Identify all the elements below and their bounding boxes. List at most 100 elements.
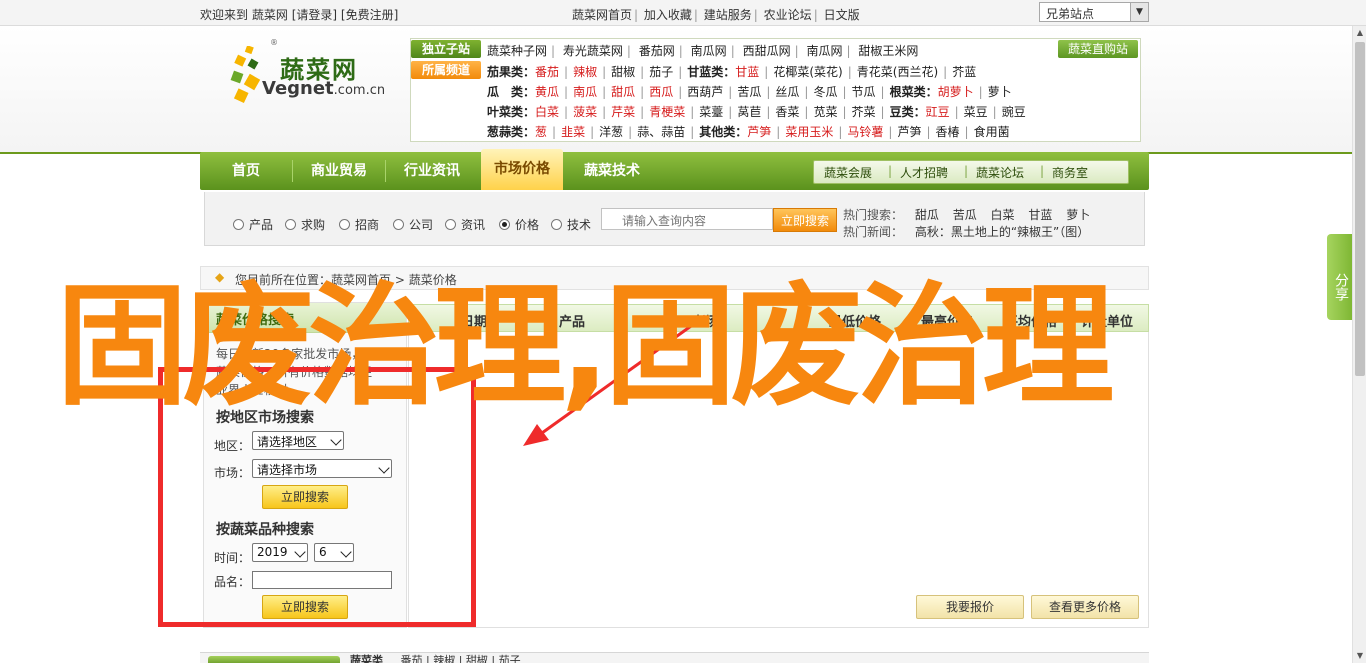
top-link-favorite[interactable]: 加入收藏 (644, 8, 692, 22)
category-link[interactable]: 芦笋 (897, 125, 921, 139)
category-link[interactable]: 辣椒 (573, 65, 597, 79)
category-link[interactable]: 韭菜 (561, 125, 585, 139)
category-link[interactable]: 青花菜(西兰花) (857, 65, 938, 79)
category-link[interactable]: 节瓜 (852, 85, 876, 99)
share-button[interactable]: 分享 (1327, 234, 1352, 320)
category-link[interactable]: 花椰菜(菜花) (773, 65, 842, 79)
nav-item-home[interactable]: 首页 (200, 152, 292, 190)
subsite-link[interactable]: 南瓜网 (806, 44, 842, 58)
hot-search-item[interactable]: 苦瓜 (953, 208, 977, 222)
search-type-radio[interactable]: 公司 (393, 216, 433, 233)
scroll-up-icon[interactable]: ▲ (1353, 26, 1366, 40)
site-logo[interactable]: ® 蔬菜网 Vegnet.com.cn (200, 30, 398, 150)
search-type-radio[interactable]: 招商 (339, 216, 379, 233)
category-link[interactable]: 萝卜 (988, 85, 1012, 99)
category-link[interactable]: 西瓜 (649, 85, 673, 99)
hot-news: 热门新闻： 高秋：黑土地上的“辣椒王”（图） (843, 223, 1089, 240)
top-link-japanese[interactable]: 日文版 (824, 8, 860, 22)
subnav-item-forum[interactable]: 蔬菜论坛 (976, 164, 1024, 181)
top-link-home[interactable]: 蔬菜网首页 (572, 8, 632, 22)
category-link[interactable]: 青梗菜 (649, 105, 685, 119)
dropdown-arrow-icon: ▼ (1130, 3, 1148, 21)
category-link[interactable]: 白菜 (535, 105, 559, 119)
category-link[interactable]: 洋葱 (599, 125, 623, 139)
subnav-item-business[interactable]: 商务室 (1052, 164, 1088, 181)
more-prices-button[interactable]: 查看更多价格 (1031, 595, 1139, 619)
category-link[interactable]: 茄子 (649, 65, 673, 79)
hot-search-item[interactable]: 白菜 (991, 208, 1015, 222)
search-type-radio[interactable]: 价格 (499, 216, 539, 233)
subsite-link[interactable]: 西甜瓜网 (743, 44, 791, 58)
nav-item-tech[interactable]: 蔬菜技术 (566, 152, 658, 190)
category-link[interactable]: 南瓜 (573, 85, 597, 99)
category-link[interactable]: 菜豆 (964, 105, 988, 119)
search-type-radio[interactable]: 技术 (551, 216, 591, 233)
search-type-label: 技术 (567, 218, 592, 232)
category-link[interactable]: 葱 (535, 125, 547, 139)
category-link[interactable]: 苦瓜 (737, 85, 761, 99)
bottom-item[interactable]: 番茄 (401, 654, 423, 663)
top-link-build[interactable]: 建站服务 (704, 8, 752, 22)
category-link[interactable]: 马铃薯 (847, 125, 883, 139)
hot-search-item[interactable]: 萝卜 (1066, 208, 1090, 222)
top-link-forum[interactable]: 农业论坛 (764, 8, 812, 22)
radio-circle-icon (339, 219, 350, 230)
category-link[interactable]: 甜椒 (611, 65, 635, 79)
category-link[interactable]: 苋菜 (813, 105, 837, 119)
category-link[interactable]: 西葫芦 (687, 85, 723, 99)
hot-search-item[interactable]: 甜瓜 (915, 208, 939, 222)
search-input[interactable] (601, 208, 773, 230)
sister-sites-select[interactable]: 兄弟站点 ▼ (1039, 2, 1149, 22)
category-link[interactable]: 甜瓜 (611, 85, 635, 99)
subnav-item-jobs[interactable]: 人才招聘 (900, 164, 948, 181)
category-link[interactable]: 食用菌 (974, 125, 1010, 139)
category-separator: | (766, 85, 771, 99)
category-link[interactable]: 芦笋 (747, 125, 771, 139)
search-type-radio[interactable]: 求购 (285, 216, 325, 233)
category-link[interactable]: 蒜、蒜苗 (637, 125, 685, 139)
vertical-scrollbar[interactable]: ▲ ▼ (1352, 26, 1366, 663)
hot-search-item[interactable]: 甘蓝 (1028, 208, 1052, 222)
bottom-item[interactable]: 茄子 (499, 654, 521, 663)
category-link[interactable]: 菠菜 (573, 105, 597, 119)
category-link[interactable]: 菜薹 (699, 105, 723, 119)
category-link[interactable]: 香菜 (775, 105, 799, 119)
category-link[interactable]: 冬瓜 (813, 85, 837, 99)
login-link[interactable]: [请登录] (292, 8, 337, 22)
direct-buy-button[interactable]: 蔬菜直购站 (1058, 40, 1138, 58)
report-price-button[interactable]: 我要报价 (916, 595, 1024, 619)
scroll-down-icon[interactable]: ▼ (1353, 649, 1366, 663)
subsite-link[interactable]: 番茄网 (639, 44, 675, 58)
category-link[interactable]: 豇豆 (926, 105, 950, 119)
bottom-item[interactable]: 甜椒 (466, 654, 488, 663)
hot-news-item[interactable]: 高秋：黑土地上的“辣椒王”（图） (915, 225, 1089, 239)
category-link[interactable]: 甘蓝 (735, 65, 759, 79)
site-home-link[interactable]: 蔬菜网 (252, 8, 288, 22)
register-link[interactable]: [免费注册] (341, 8, 398, 22)
nav-item-trade[interactable]: 商业贸易 (293, 152, 385, 190)
category-link[interactable]: 芥菜 (852, 105, 876, 119)
subsite-link[interactable]: 蔬菜种子网 (487, 44, 547, 58)
nav-item-market-price[interactable]: 市场价格 (481, 149, 563, 190)
subnav-item-exhibition[interactable]: 蔬菜会展 (824, 164, 872, 181)
nav-item-news[interactable]: 行业资讯 (386, 152, 478, 190)
category-link[interactable]: 豌豆 (1002, 105, 1026, 119)
subsite-link[interactable]: 寿光蔬菜网 (563, 44, 623, 58)
category-link[interactable]: 胡萝卜 (938, 85, 974, 99)
category-link[interactable]: 芹菜 (611, 105, 635, 119)
category-separator: | (590, 125, 595, 139)
category-link[interactable]: 莴苣 (737, 105, 761, 119)
category-link[interactable]: 芥蓝 (952, 65, 976, 79)
category-link[interactable]: 黄瓜 (535, 85, 559, 99)
subsite-link[interactable]: 南瓜网 (691, 44, 727, 58)
subsite-link[interactable]: 甜椒王米网 (858, 44, 918, 58)
scroll-thumb[interactable] (1355, 42, 1365, 376)
search-type-radio[interactable]: 资讯 (445, 216, 485, 233)
category-link[interactable]: 丝瓜 (775, 85, 799, 99)
category-link[interactable]: 香椿 (936, 125, 960, 139)
category-link[interactable]: 番茄 (535, 65, 559, 79)
category-link[interactable]: 菜用玉米 (785, 125, 833, 139)
search-type-radio[interactable]: 产品 (233, 216, 273, 233)
search-button[interactable]: 立即搜索 (773, 208, 837, 232)
bottom-item[interactable]: 辣椒 (433, 654, 455, 663)
